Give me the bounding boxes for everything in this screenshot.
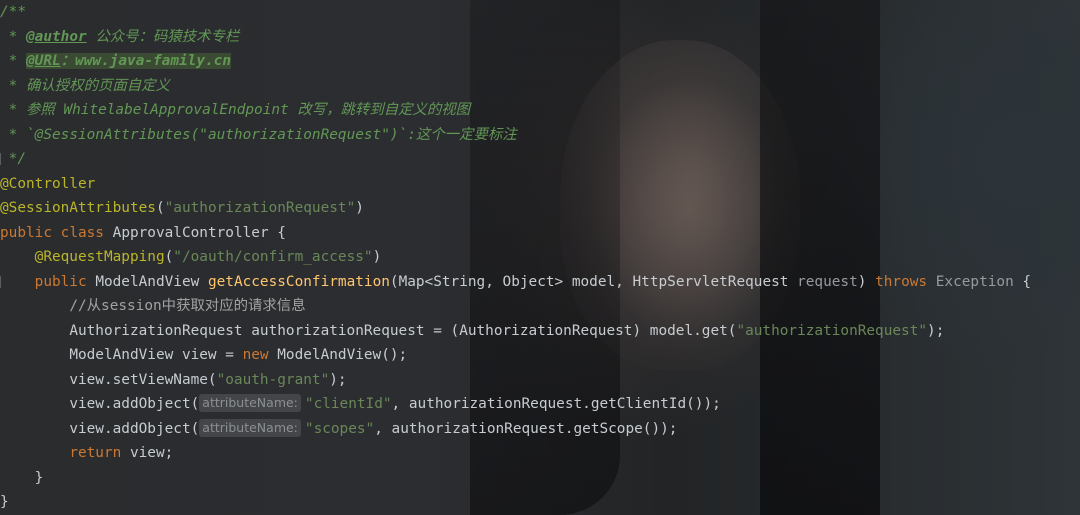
code-line-5: * 参照 WhitelabelApprovalEndpoint 改写，跳转到自定… <box>0 98 1031 123</box>
statement-start: ModelAndView view = <box>69 347 243 363</box>
code-line-9: @SessionAttributes("authorizationRequest… <box>0 196 1031 221</box>
doc-close-text: */ <box>8 151 26 167</box>
kw-throws: throws <box>875 273 928 290</box>
method-brace: { <box>1013 273 1032 290</box>
statement-end: ); <box>329 371 347 388</box>
code-line-7: */ <box>0 147 1031 172</box>
session-attributes-annotation: @SessionAttributes <box>0 200 156 216</box>
code-line-13: //从session中获取对应的请求信息 <box>0 294 1031 319</box>
doc-star: * <box>0 77 26 94</box>
doc-star: * <box>0 102 26 118</box>
parameter-hint: attributeName: <box>199 418 301 437</box>
code-editor[interactable]: /** * @author 公众号：码猿技术专栏 * @URL：www.java… <box>0 0 1031 515</box>
paren-open: ( <box>164 249 174 265</box>
statement-end: ); <box>927 322 945 339</box>
code-line-18: view.addObject(attributeName: "scopes", a… <box>0 417 1031 442</box>
class-name: ApprovalController { <box>112 224 286 241</box>
code-line-19: return view; <box>0 441 1031 466</box>
doc-url-text[interactable]: ：www.java-family.cn <box>61 53 231 69</box>
paren-open: ( <box>155 200 165 216</box>
controller-annotation: @Controller <box>0 175 96 192</box>
statement-start: view.setViewName( <box>69 371 217 388</box>
statement-start: view.addObject( <box>69 396 200 412</box>
method-close-brace: } <box>34 469 44 486</box>
statement-string: "clientId" <box>304 396 392 412</box>
doc-line-5: `@SessionAttributes("authorizationReques… <box>26 126 517 143</box>
statement-end: ModelAndView(); <box>268 347 408 363</box>
code-line-4: * 确认授权的页面自定义 <box>0 74 1031 99</box>
code-line-8: @Controller <box>0 172 1031 197</box>
code-line-11: @RequestMapping("/oauth/confirm_access") <box>0 245 1031 270</box>
code-line-16: view.setViewName("oauth-grant"); <box>0 368 1031 393</box>
exception-type: Exception <box>935 273 1014 290</box>
doc-line-3: 确认授权的页面自定义 <box>26 77 170 94</box>
kw-return: return <box>69 445 122 461</box>
code-line-15: ModelAndView view = new ModelAndView(); <box>0 343 1031 368</box>
doc-url-tag: @URL <box>26 53 61 69</box>
session-attr-value: "authorizationRequest" <box>164 200 356 216</box>
code-line-21: } <box>0 490 1031 515</box>
paren-close: ) <box>372 249 382 265</box>
doc-star: * <box>0 53 26 69</box>
fold-marker-icon[interactable] <box>0 275 5 288</box>
class-close-brace: } <box>0 494 9 510</box>
statement-string: "oauth-grant" <box>216 371 330 388</box>
statement-end: , authorizationRequest.getScope()); <box>374 420 678 437</box>
code-line-17: view.addObject(attributeName: "clientId",… <box>0 392 1031 417</box>
doc-star: * <box>0 126 26 143</box>
statement-string: "authorizationRequest" <box>736 322 928 339</box>
code-line-6: * `@SessionAttributes("authorizationRequ… <box>0 123 1031 148</box>
line-comment: //从session中获取对应的请求信息 <box>69 298 306 314</box>
code-line-1: /** <box>0 0 1031 25</box>
doc-line-4: 参照 WhitelabelApprovalEndpoint 改写，跳转到自定义的… <box>26 102 471 118</box>
statement-end: , authorizationRequest.getClientId()); <box>391 396 721 412</box>
parameter-hint: attributeName: <box>199 394 301 412</box>
mapping-value: "/oauth/confirm_access" <box>173 249 373 265</box>
statement-start: AuthorizationRequest authorizationReques… <box>69 322 737 339</box>
code-line-2: * @author 公众号：码猿技术专栏 <box>0 25 1031 50</box>
paren-close: ) <box>355 200 364 216</box>
fold-marker-icon[interactable] <box>0 153 5 165</box>
code-line-10: public class ApprovalController { <box>0 221 1031 246</box>
doc-star: * <box>0 28 26 45</box>
kw-public: public <box>0 224 52 241</box>
statement-string: "scopes" <box>304 420 375 437</box>
doc-open: /** <box>0 4 26 20</box>
kw-new: new <box>242 347 269 363</box>
method-params: (Map<String, Object> model, HttpServletR… <box>389 273 798 290</box>
request-param: request <box>797 273 858 290</box>
doc-author-tag: @author <box>26 28 87 45</box>
return-type: ModelAndView <box>95 273 200 290</box>
method-name: getAccessConfirmation <box>207 273 390 290</box>
code-line-20: } <box>0 466 1031 491</box>
kw-public: public <box>34 273 87 290</box>
return-value: view; <box>121 445 174 461</box>
code-line-3: * @URL：www.java-family.cn <box>0 49 1031 74</box>
code-line-12: public ModelAndView getAccessConfirmatio… <box>0 270 1031 295</box>
code-line-14: AuthorizationRequest authorizationReques… <box>0 319 1031 344</box>
request-mapping-annotation: @RequestMapping <box>34 249 165 265</box>
statement-start: view.addObject( <box>69 420 200 437</box>
params-close: ) <box>857 273 867 290</box>
doc-author-text: 公众号：码猿技术专栏 <box>86 28 240 45</box>
kw-class: class <box>60 224 104 241</box>
url-highlight: @URL：www.java-family.cn <box>26 53 231 69</box>
